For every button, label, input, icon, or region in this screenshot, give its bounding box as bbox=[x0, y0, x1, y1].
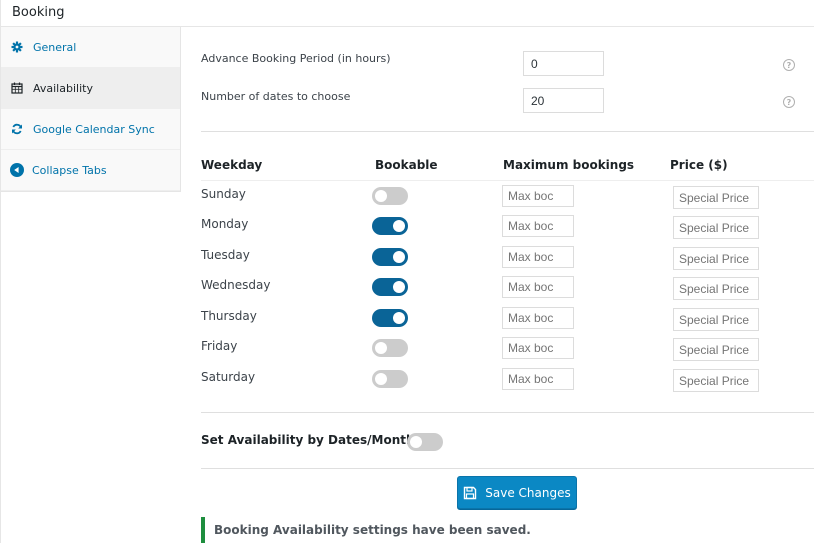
toggle-knob bbox=[393, 220, 405, 232]
tab-label: Google Calendar Sync bbox=[33, 122, 155, 136]
tab-label: Availability bbox=[33, 81, 93, 95]
help-icon[interactable]: ? bbox=[783, 96, 795, 108]
max-bookings-input[interactable] bbox=[502, 246, 574, 268]
divider bbox=[201, 412, 814, 413]
column-header-weekday: Weekday bbox=[201, 158, 263, 172]
tab-availability[interactable]: Availability bbox=[1, 68, 180, 109]
column-header-price: Price ($) bbox=[670, 158, 728, 172]
settings-sidebar: General Availability Google Calendar Syn… bbox=[0, 27, 181, 543]
bookable-toggle[interactable] bbox=[372, 278, 408, 296]
save-changes-label: Save Changes bbox=[485, 485, 571, 500]
save-changes-button[interactable]: Save Changes bbox=[457, 476, 577, 509]
advance-booking-input[interactable] bbox=[523, 51, 604, 76]
weekday-label: Tuesday bbox=[201, 248, 250, 262]
toggle-knob bbox=[410, 436, 422, 448]
availability-by-dates-toggle[interactable] bbox=[407, 433, 443, 451]
advance-booking-label: Advance Booking Period (in hours) bbox=[201, 52, 391, 65]
availability-panel: Advance Booking Period (in hours) ? Numb… bbox=[181, 27, 814, 543]
tab-collapse[interactable]: Collapse Tabs bbox=[1, 150, 180, 191]
special-price-input[interactable] bbox=[673, 186, 759, 209]
special-price-input[interactable] bbox=[673, 247, 759, 270]
column-header-maximum-bookings: Maximum bookings bbox=[503, 158, 635, 172]
weekday-label: Monday bbox=[201, 217, 249, 231]
toggle-knob bbox=[393, 312, 405, 324]
toggle-knob bbox=[375, 190, 387, 202]
toggle-knob bbox=[393, 251, 405, 263]
divider bbox=[201, 131, 814, 132]
special-price-input[interactable] bbox=[673, 308, 759, 331]
bookable-toggle[interactable] bbox=[372, 217, 408, 235]
sync-icon bbox=[10, 122, 24, 136]
weekday-label: Wednesday bbox=[201, 278, 271, 292]
special-price-input[interactable] bbox=[673, 369, 759, 392]
special-price-input[interactable] bbox=[673, 338, 759, 361]
bookable-toggle[interactable] bbox=[372, 370, 408, 388]
collapse-arrow-icon bbox=[10, 163, 24, 177]
gear-icon bbox=[10, 40, 24, 54]
toggle-knob bbox=[375, 373, 387, 385]
weekday-label: Saturday bbox=[201, 370, 256, 384]
max-bookings-input[interactable] bbox=[502, 337, 574, 359]
bookable-toggle[interactable] bbox=[372, 309, 408, 327]
tab-google-calendar-sync[interactable]: Google Calendar Sync bbox=[1, 109, 180, 150]
table-header-divider bbox=[201, 180, 814, 181]
divider bbox=[201, 468, 814, 469]
tab-label: General bbox=[33, 40, 77, 54]
number-of-dates-label: Number of dates to choose bbox=[201, 90, 351, 103]
bookable-toggle[interactable] bbox=[372, 248, 408, 266]
max-bookings-input[interactable] bbox=[502, 215, 574, 237]
help-icon[interactable]: ? bbox=[783, 59, 795, 71]
page-title: Booking bbox=[12, 5, 65, 20]
column-header-bookable: Bookable bbox=[375, 158, 438, 172]
floppy-disk-icon bbox=[463, 486, 477, 500]
bookable-toggle[interactable] bbox=[372, 187, 408, 205]
number-of-dates-input[interactable] bbox=[523, 88, 604, 113]
tab-label: Collapse Tabs bbox=[32, 163, 107, 177]
weekday-label: Sunday bbox=[201, 187, 246, 201]
weekday-label: Friday bbox=[201, 339, 238, 353]
max-bookings-input[interactable] bbox=[502, 368, 574, 390]
toggle-knob bbox=[393, 281, 405, 293]
success-notice: Booking Availability settings have been … bbox=[201, 517, 531, 543]
availability-by-dates-label: Set Availability by Dates/Months bbox=[201, 433, 422, 447]
weekday-label: Thursday bbox=[201, 309, 257, 323]
max-bookings-input[interactable] bbox=[502, 307, 574, 329]
special-price-input[interactable] bbox=[673, 216, 759, 239]
special-price-input[interactable] bbox=[673, 277, 759, 300]
calendar-icon bbox=[10, 81, 24, 95]
tab-general[interactable]: General bbox=[1, 27, 180, 68]
success-notice-text: Booking Availability settings have been … bbox=[214, 523, 531, 537]
max-bookings-input[interactable] bbox=[502, 276, 574, 298]
toggle-knob bbox=[375, 342, 387, 354]
bookable-toggle[interactable] bbox=[372, 339, 408, 357]
max-bookings-input[interactable] bbox=[502, 185, 574, 207]
page-header: Booking bbox=[0, 0, 814, 27]
